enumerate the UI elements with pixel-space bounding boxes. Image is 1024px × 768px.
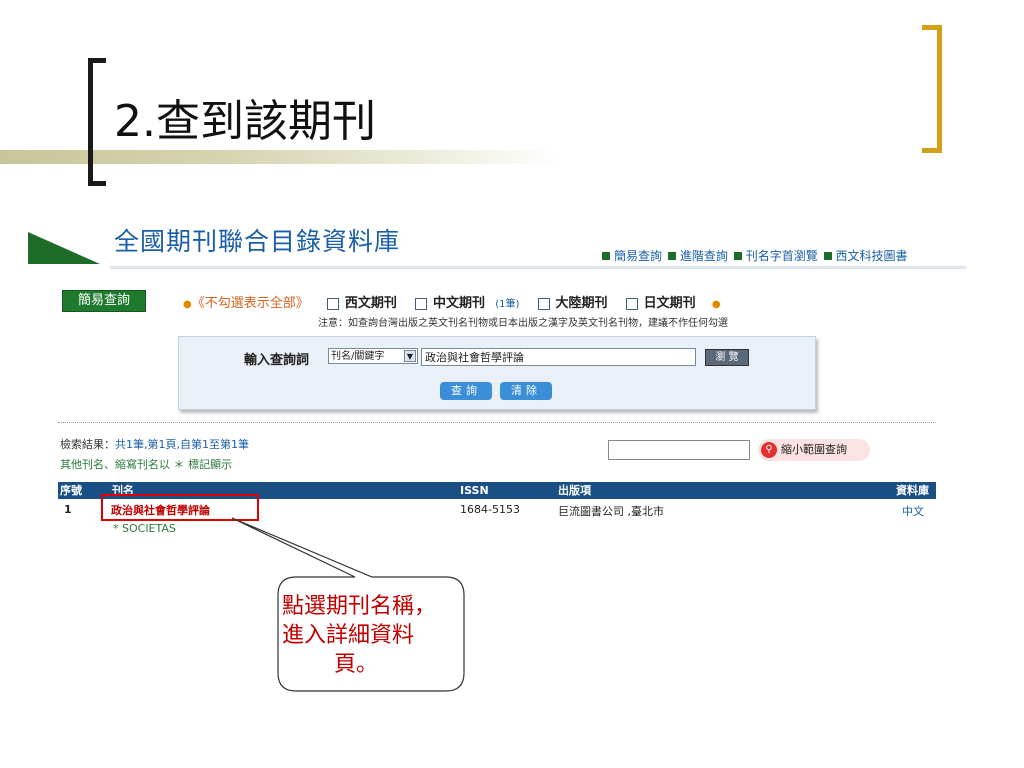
mainland-journal-checkbox[interactable] (537, 297, 550, 310)
search-field-value: 刊名/關鍵字 (331, 351, 385, 362)
japanese-journal-checkbox[interactable] (625, 297, 638, 310)
unchecked-all-hint: 《不勾選表示全部》 (191, 296, 309, 311)
nav-simple-search[interactable]: 簡易查詢 (614, 249, 662, 263)
row-database[interactable]: 中文 (902, 503, 924, 519)
chevron-down-icon[interactable]: ▼ (404, 350, 416, 362)
site-logo (28, 232, 100, 264)
result-summary: 檢索結果：共1筆,第1頁,自第1至第1筆 (60, 436, 249, 452)
nav-western-books[interactable]: 西文科技圖書 (836, 249, 908, 263)
col-header-database: 資料庫 (896, 484, 929, 497)
row-publisher: 巨流圖書公司 ,臺北市 (558, 505, 664, 518)
nav-bullet-icon (602, 252, 610, 260)
row-issn: 1684-5153 (460, 503, 520, 516)
title-highlight-box (101, 494, 259, 521)
simple-search-tab[interactable]: 簡易查詢 (62, 290, 146, 312)
nav-title-browse[interactable]: 刊名字首瀏覽 (746, 249, 818, 263)
search-field-select[interactable]: 刊名/關鍵字 ▼ (328, 348, 418, 364)
mainland-journal-label: 大陸期刊 (555, 296, 608, 311)
section-divider (58, 422, 936, 423)
callout-line-2: 進入詳細資料 (282, 623, 415, 648)
title-underline-bar (0, 150, 560, 164)
callout-line-3: 頁。 (334, 652, 379, 677)
nav-bullet-icon (667, 252, 676, 260)
query-label: 輸入查詢詞 (244, 353, 310, 368)
nav-bullet-icon (823, 252, 832, 260)
browse-button[interactable]: 瀏 覽 (705, 349, 749, 366)
header-divider (110, 266, 966, 269)
col-header-no: 序號 (60, 484, 82, 497)
search-button[interactable]: 查詢 (440, 382, 492, 400)
right-bracket-decoration (922, 25, 942, 153)
col-header-issn: ISSN (460, 484, 489, 497)
callout-text: 點選期刊名稱， 進入詳細資料 頁。 (282, 592, 462, 679)
result-summary-value: 共1筆,第1頁,自第1至第1筆 (115, 438, 249, 451)
western-journal-checkbox[interactable] (326, 297, 339, 310)
left-bracket-decoration (88, 58, 106, 186)
col-header-publisher: 出版項 (558, 484, 591, 497)
chinese-journal-checkbox[interactable] (415, 297, 428, 310)
western-journal-label: 西文期刊 (344, 296, 397, 311)
narrow-search-label: 縮小範圍查詢 (781, 443, 847, 456)
chinese-journal-label: 中文期刊 (433, 296, 486, 311)
narrow-search-input[interactable] (608, 440, 750, 460)
clear-button[interactable]: 清除 (500, 382, 552, 400)
japanese-journal-label: 日文期刊 (643, 296, 696, 311)
narrow-search-button[interactable]: ⚲ 縮小範圍查詢 (758, 439, 870, 461)
search-notice: 注意：如查詢台灣出版之英文刊名刊物或日本出版之漢字及英文刊名刊物，建議不作任何勾… (318, 318, 728, 329)
chinese-journal-count: (1筆) (495, 299, 520, 310)
result-summary-label: 檢索結果： (60, 438, 115, 451)
top-nav: 簡易查詢 進階查詢 刊名字首瀏覽 西文科技圖書 (600, 247, 908, 264)
nav-advanced-search[interactable]: 進階查詢 (680, 249, 728, 263)
site-title: 全國期刊聯合目錄資料庫 (114, 227, 401, 256)
callout-line-1: 點選期刊名稱， (282, 594, 437, 619)
bullet-icon: ● (711, 299, 721, 310)
row-number: 1 (64, 503, 72, 516)
alternate-title: * SOCIETAS (113, 522, 176, 535)
category-filter-row: ●《不勾選表示全部》 西文期刊 中文期刊 (1筆) 大陸期刊 日文期刊 ● (183, 292, 721, 311)
result-note: 其他刊名、縮寫刊名以 ＊ 標記顯示 (60, 458, 232, 471)
nav-bullet-icon (733, 252, 742, 260)
slide-title: 2.查到該期刊 (114, 96, 376, 147)
search-icon: ⚲ (761, 442, 777, 458)
bullet-icon: ● (183, 299, 192, 310)
search-input[interactable]: 政治與社會哲學評論 (421, 348, 696, 366)
